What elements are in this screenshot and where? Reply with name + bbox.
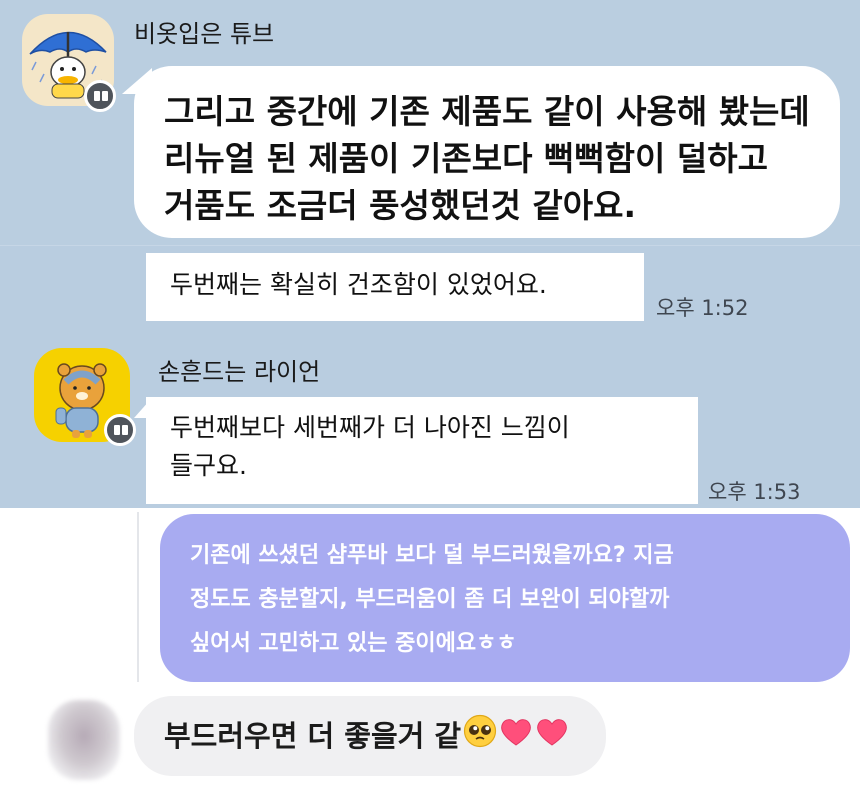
heart-icon [499,698,533,778]
profile-badge-icon [84,80,116,112]
message-line: 들구요. [170,451,247,480]
message-time: 오후 1:52 [656,296,749,320]
quote-divider [137,512,139,682]
message-line: 거품도 조금더 풍성했던것 같아요. [164,186,637,225]
reply-bubble[interactable]: 부드러우면 더 좋을거 같 [134,696,606,776]
message-line: 두번째보다 세번째가 더 나아진 느낌이 [170,413,570,442]
pleading-face-icon [463,698,497,778]
sender-name: 비옷입은 튜브 [134,20,275,48]
message-bubble[interactable]: 두번째보다 세번째가 더 나아진 느낌이 들구요. [146,397,698,504]
message-line: 기존에 쓰셨던 샴푸바 보다 덜 부드러웠을까요? 지금 [190,543,674,568]
message-line: 리뉴얼 된 제품이 기존보다 뻑뻑함이 덜하고 [164,139,768,178]
message-line: 싶어서 고민하고 있는 중이에요ㅎㅎ [190,631,517,656]
heart-icon [535,698,569,778]
message-bubble[interactable]: 그리고 중간에 기존 제품도 같이 사용해 봤는데 리뉴얼 된 제품이 기존보다… [134,66,840,238]
message-line: 부드러우면 더 좋을거 같 [164,719,462,753]
sender-name: 손흔드는 라이언 [158,358,321,386]
message-time: 오후 1:53 [708,480,801,504]
message-bubble[interactable]: 두번째는 확실히 건조함이 있었어요. [146,253,644,321]
message-line: 그리고 중간에 기존 제품도 같이 사용해 봤는데 [164,92,810,131]
my-message-bubble[interactable]: 기존에 쓰셨던 샴푸바 보다 덜 부드러웠을까요? 지금 정도도 충분할지, 부… [160,514,850,682]
message-line: 두번째는 확실히 건조함이 있었어요. [170,270,547,299]
blurred-avatar[interactable] [48,700,120,780]
profile-badge-icon [104,414,136,446]
message-line: 정도도 충분할지, 부드러움이 좀 더 보완이 되야할까 [190,587,670,612]
